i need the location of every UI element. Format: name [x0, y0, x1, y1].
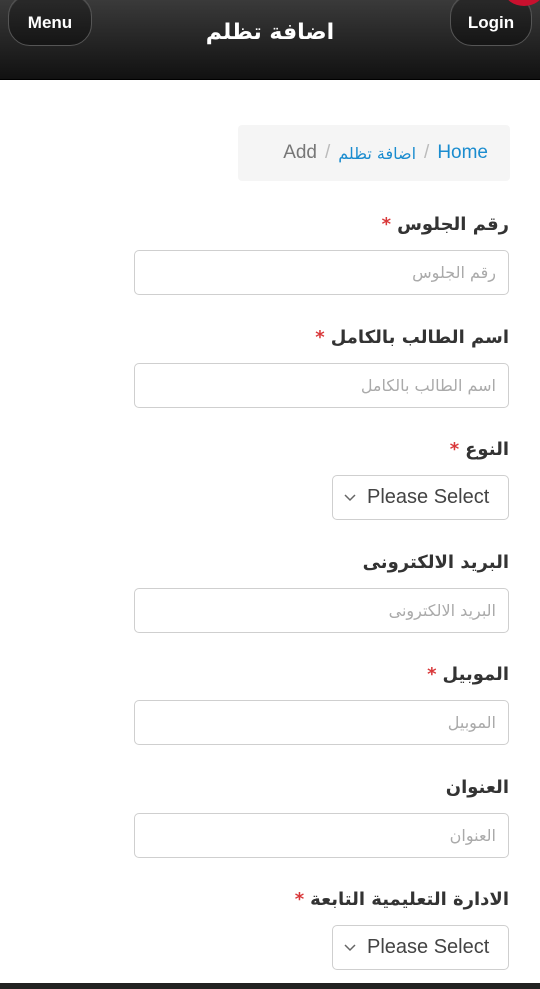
breadcrumb-separator: / — [325, 142, 331, 163]
chevron-down-icon — [333, 943, 367, 952]
required-mark: * — [449, 439, 460, 460]
menu-button[interactable]: Menu — [8, 0, 92, 46]
breadcrumb-home-link[interactable]: Home — [437, 142, 488, 164]
seat-number-label: رقم الجلوس* — [382, 214, 509, 235]
breadcrumb: Add / اضافة تظلم / Home — [238, 125, 510, 181]
email-label-text: البريد الالكترونى — [362, 552, 509, 573]
gender-select-value: Please Select — [367, 486, 490, 508]
required-mark: * — [315, 327, 325, 348]
required-mark: * — [427, 664, 437, 685]
gender-select[interactable]: Please Select — [332, 475, 509, 520]
admin-label-text: الادارة التعليمية التابعة — [310, 889, 509, 910]
admin-select[interactable]: Please Select — [332, 925, 509, 970]
page-title: اضافة تظلم — [205, 20, 335, 45]
seat-number-label-text: رقم الجلوس — [397, 214, 509, 235]
admin-label: الادارة التعليمية التابعة* — [295, 889, 509, 910]
address-input[interactable] — [134, 813, 509, 858]
gender-label-text: النوع — [465, 439, 509, 460]
breadcrumb-section-link[interactable]: اضافة تظلم — [338, 144, 416, 163]
required-mark: * — [381, 214, 392, 235]
email-label: البريد الالكترونى — [363, 552, 509, 573]
seat-number-input[interactable] — [134, 250, 509, 295]
bottom-bar — [0, 983, 540, 989]
mobile-label: الموبيل* — [427, 664, 509, 685]
full-name-label-text: اسم الطالب بالكامل — [330, 327, 509, 348]
mobile-input[interactable] — [134, 700, 509, 745]
email-input[interactable] — [134, 588, 509, 633]
chevron-down-icon — [333, 493, 367, 502]
full-name-input[interactable] — [134, 363, 509, 408]
admin-select-value: Please Select — [367, 936, 490, 958]
breadcrumb-separator: / — [424, 142, 430, 163]
address-label-text: العنوان — [445, 777, 509, 798]
login-button[interactable]: Login — [450, 0, 532, 46]
gender-label: النوع* — [450, 439, 509, 460]
top-header: Menu اضافة تظلم Login — [0, 0, 540, 80]
mobile-label-text: الموبيل — [442, 664, 509, 685]
breadcrumb-current: Add — [283, 142, 317, 163]
required-mark: * — [294, 889, 305, 910]
address-label: العنوان — [446, 777, 509, 798]
full-name-label: اسم الطالب بالكامل* — [315, 327, 509, 348]
